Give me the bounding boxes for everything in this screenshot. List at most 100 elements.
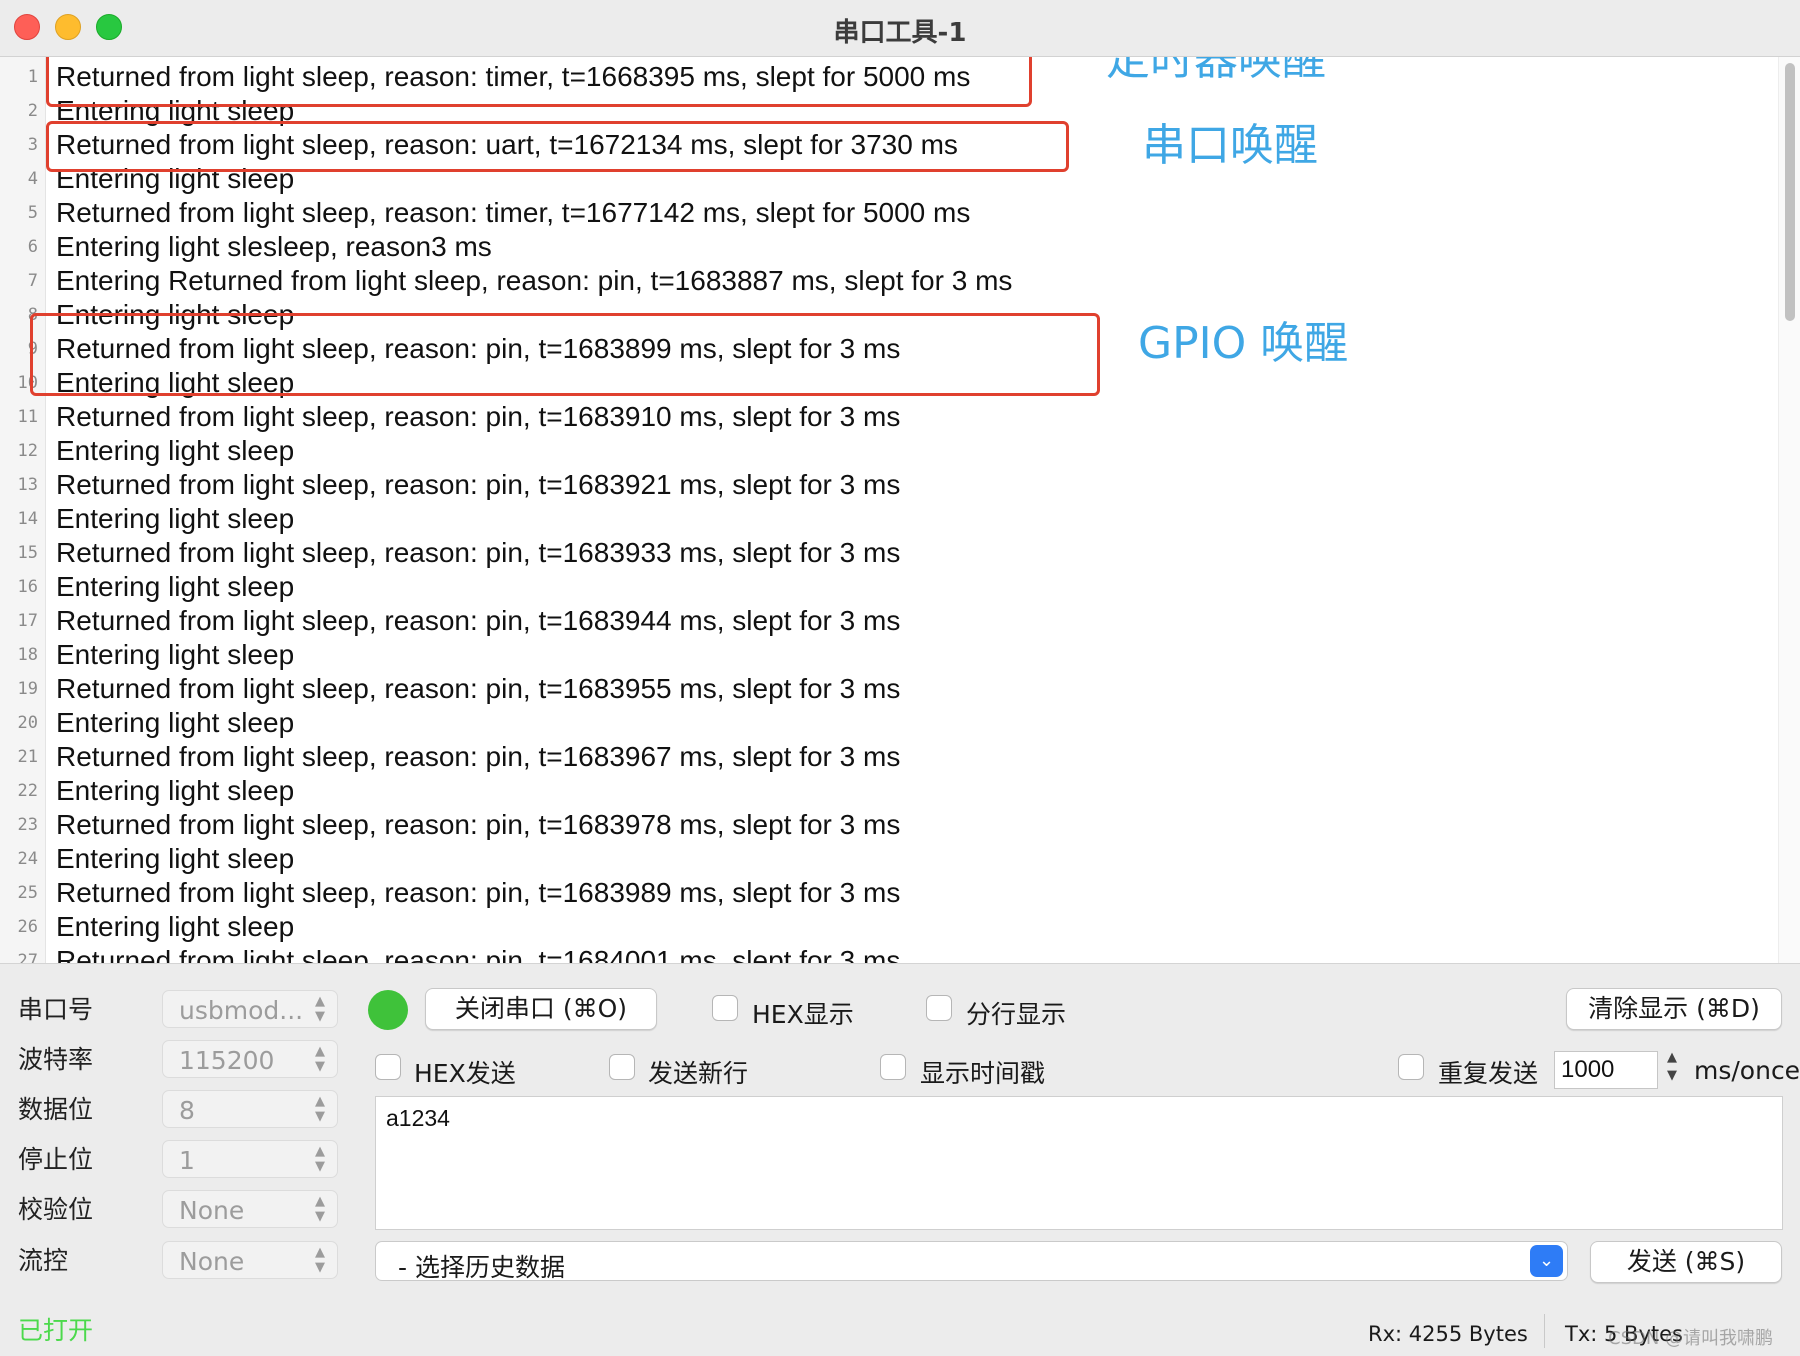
send-button[interactable]: 发送 (⌘S) bbox=[1590, 1241, 1782, 1283]
show-timestamp-checkbox[interactable] bbox=[880, 1054, 906, 1080]
log-line: 13 Returned from light sleep, reason: pin… bbox=[0, 467, 1776, 501]
baud-select[interactable]: 115200 ▲ ▼ bbox=[162, 1040, 338, 1078]
log-output[interactable]: 1 Returned from light sleep, reason: time… bbox=[0, 57, 1800, 963]
stopbits-value: 1 bbox=[179, 1146, 195, 1175]
close-port-button[interactable]: 关闭串口 (⌘O) bbox=[425, 988, 657, 1030]
line-number: 11 bbox=[17, 407, 38, 427]
line-number: 25 bbox=[17, 883, 38, 903]
line-display-checkbox[interactable] bbox=[926, 995, 952, 1021]
log-line: 24 Entering light sleep bbox=[0, 841, 1776, 875]
log-line-text: Returned from light sleep, reason: pin, … bbox=[56, 605, 901, 636]
flow-value: None bbox=[179, 1247, 245, 1276]
line-number: 24 bbox=[17, 849, 38, 869]
log-line: 18 Entering light sleep bbox=[0, 637, 1776, 671]
log-line-text: Entering light sleep bbox=[56, 707, 295, 738]
line-number: 3 bbox=[27, 135, 38, 155]
line-number: 1 bbox=[27, 67, 38, 87]
parity-select[interactable]: None ▲ ▼ bbox=[162, 1190, 338, 1228]
log-line-text: Entering light sleep bbox=[56, 571, 295, 602]
repeat-interval-input[interactable] bbox=[1554, 1051, 1658, 1089]
line-number: 20 bbox=[17, 713, 38, 733]
clear-display-button[interactable]: 清除显示 (⌘D) bbox=[1566, 988, 1782, 1030]
send-newline-checkbox[interactable] bbox=[609, 1054, 635, 1080]
line-number: 15 bbox=[17, 543, 38, 563]
log-line: 15 Returned from light sleep, reason: pin… bbox=[0, 535, 1776, 569]
parity-label: 校验位 bbox=[18, 1195, 94, 1224]
title-bar: 串口工具-1 bbox=[0, 0, 1800, 57]
log-line: 27 Returned from light sleep, reason: pin… bbox=[0, 943, 1776, 963]
flow-select[interactable]: None ▲ ▼ bbox=[162, 1241, 338, 1279]
baud-label: 波特率 bbox=[18, 1045, 94, 1074]
log-line-text: Returned from light sleep, reason: pin, … bbox=[56, 401, 901, 432]
updown-arrows-icon: ▲ ▼ bbox=[315, 1094, 325, 1124]
uart-wake-label: 串口唤醒 bbox=[1142, 120, 1318, 171]
log-line: 19 Returned from light sleep, reason: pin… bbox=[0, 671, 1776, 705]
stopbits-label: 停止位 bbox=[18, 1145, 94, 1174]
line-number: 27 bbox=[17, 951, 38, 963]
port-select[interactable]: usbmod... ▲ ▼ bbox=[162, 990, 338, 1028]
log-line-text: Returned from light sleep, reason: pin, … bbox=[56, 673, 901, 704]
log-line-text: Entering light sleep bbox=[56, 911, 295, 942]
stopbits-select[interactable]: 1 ▲ ▼ bbox=[162, 1140, 338, 1178]
updown-arrows-icon: ▲ ▼ bbox=[315, 994, 325, 1024]
interval-stepper-icon[interactable]: ▲ ▼ bbox=[1663, 1049, 1681, 1085]
log-line: 21 Returned from light sleep, reason: pin… bbox=[0, 739, 1776, 773]
log-line: 25 Returned from light sleep, reason: pin… bbox=[0, 875, 1776, 909]
line-display-label: 分行显示 bbox=[966, 1000, 1067, 1029]
databits-value: 8 bbox=[179, 1096, 195, 1125]
log-line: 17 Returned from light sleep, reason: pin… bbox=[0, 603, 1776, 637]
hex-send-label: HEX发送 bbox=[414, 1059, 516, 1088]
log-line: 22 Entering light sleep bbox=[0, 773, 1776, 807]
log-line: 20 Entering light sleep bbox=[0, 705, 1776, 739]
port-value: usbmod... bbox=[179, 996, 304, 1025]
line-number: 17 bbox=[17, 611, 38, 631]
connection-status: 已打开 bbox=[18, 1316, 94, 1345]
log-line-text: Returned from light sleep, reason: pin, … bbox=[56, 877, 901, 908]
status-divider bbox=[1544, 1314, 1545, 1348]
hex-send-checkbox[interactable] bbox=[375, 1054, 401, 1080]
log-line: 11 Returned from light sleep, reason: pin… bbox=[0, 399, 1776, 433]
csdn-watermark: CSDN @请叫我啸鹏 bbox=[1608, 1328, 1774, 1349]
log-line-text: Returned from light sleep, reason: pin, … bbox=[56, 809, 901, 840]
uart-wake-highlight-box bbox=[46, 121, 1069, 172]
line-number: 6 bbox=[27, 237, 38, 257]
line-number: 21 bbox=[17, 747, 38, 767]
log-line-text: Entering light sleep bbox=[56, 435, 295, 466]
send-data-input[interactable]: a1234 bbox=[375, 1096, 1783, 1230]
port-label: 串口号 bbox=[18, 995, 94, 1024]
log-line: 16 Entering light sleep bbox=[0, 569, 1776, 603]
log-line-text: Returned from light sleep, reason: pin, … bbox=[56, 741, 901, 772]
vertical-scrollbar[interactable] bbox=[1778, 57, 1800, 963]
log-line-text: Entering light sleep bbox=[56, 639, 295, 670]
interval-unit-label: ms/once bbox=[1694, 1056, 1800, 1085]
log-lines: 1 Returned from light sleep, reason: time… bbox=[0, 59, 1776, 963]
window-title: 串口工具-1 bbox=[833, 18, 967, 48]
gpio-wake-highlight-box bbox=[30, 313, 1100, 396]
log-line-text: Returned from light sleep, reason: pin, … bbox=[56, 537, 901, 568]
scrollbar-thumb[interactable] bbox=[1785, 63, 1795, 321]
line-number: 12 bbox=[17, 441, 38, 461]
log-line: 6 Entering light slesleep, reason3 ms bbox=[0, 229, 1776, 263]
log-line-text: Returned from light sleep, reason: pin, … bbox=[56, 469, 901, 500]
line-number: 2 bbox=[27, 101, 38, 121]
hex-display-checkbox[interactable] bbox=[712, 995, 738, 1021]
line-number: 23 bbox=[17, 815, 38, 835]
log-line-text: Returned from light sleep, reason: timer… bbox=[56, 197, 971, 228]
line-number: 4 bbox=[27, 169, 38, 189]
databits-label: 数据位 bbox=[18, 1095, 94, 1124]
history-data-select[interactable]: - 选择历史数据 ⌄ bbox=[375, 1241, 1568, 1282]
rx-counter: Rx: 4255 Bytes bbox=[1368, 1322, 1528, 1346]
line-number: 19 bbox=[17, 679, 38, 699]
line-number: 5 bbox=[27, 203, 38, 223]
updown-arrows-icon: ▲ ▼ bbox=[315, 1194, 325, 1224]
log-line-text: Entering light sleep bbox=[56, 775, 295, 806]
control-panel: 串口号 usbmod... ▲ ▼ 波特率 115200 ▲ ▼ 数据位 8 ▲ ▼ … bbox=[0, 963, 1800, 1356]
chevron-down-icon[interactable]: ⌄ bbox=[1530, 1245, 1563, 1277]
repeat-send-checkbox[interactable] bbox=[1398, 1054, 1424, 1080]
hex-display-label: HEX显示 bbox=[752, 1000, 854, 1029]
repeat-send-label: 重复发送 bbox=[1438, 1059, 1539, 1088]
updown-arrows-icon: ▲ ▼ bbox=[315, 1144, 325, 1174]
databits-select[interactable]: 8 ▲ ▼ bbox=[162, 1090, 338, 1128]
log-line-text: Entering light slesleep, reason3 ms bbox=[56, 231, 492, 262]
log-line: 7 Entering Returned from light sleep, rea… bbox=[0, 263, 1776, 297]
